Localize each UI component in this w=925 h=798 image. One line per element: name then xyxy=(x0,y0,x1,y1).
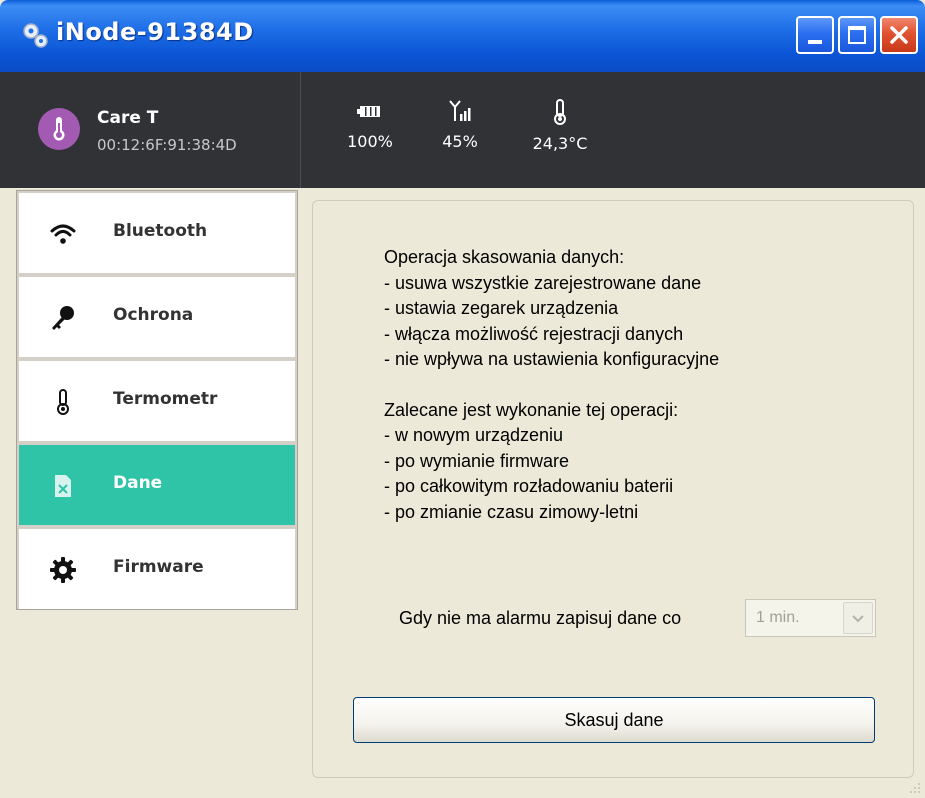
data-file-icon xyxy=(55,475,71,497)
interval-label: Gdy nie ma alarmu zapisuj dane co xyxy=(399,608,682,628)
info-line: - po zmianie czasu zimowy-letni xyxy=(384,501,639,522)
interval-select[interactable]: 1 min. xyxy=(745,599,876,637)
resize-grip-icon[interactable] xyxy=(907,780,921,794)
device-avatar xyxy=(38,108,80,150)
info-line: - usuwa wszystkie zarejestrowane dane xyxy=(384,272,702,293)
window-title: iNode-91384D xyxy=(56,18,254,46)
thermometer-icon xyxy=(57,389,69,415)
minimize-icon xyxy=(808,40,822,44)
thermometer-icon xyxy=(554,99,566,125)
info-line: Zalecane jest wykonanie tej operacji: xyxy=(384,399,679,420)
chevron-down-icon xyxy=(852,615,864,623)
maximize-icon xyxy=(848,26,866,44)
app-window: iNode-91384D Care T 00:12:6F:91:38:4D 10… xyxy=(0,0,925,798)
content-panel: Operacja skasowania danych: - usuwa wszy… xyxy=(312,200,914,778)
device-header: Care T 00:12:6F:91:38:4D 100% 45% 24,3°C xyxy=(0,72,925,188)
sidebar-item-label: Bluetooth xyxy=(113,221,208,241)
info-line: - po wymianie firmware xyxy=(384,450,570,471)
app-gears-icon xyxy=(23,23,48,48)
info-line: - włącza możliwość rejestracji danych xyxy=(384,323,684,344)
battery-status: 100% xyxy=(330,98,410,151)
close-button[interactable] xyxy=(880,16,918,54)
info-line: - w nowym urządzeniu xyxy=(384,425,564,445)
sidebar-item-label: Dane xyxy=(113,473,163,493)
maximize-button[interactable] xyxy=(838,16,876,54)
thermometer-icon xyxy=(53,117,65,141)
gear-icon xyxy=(50,557,76,583)
key-icon xyxy=(52,306,74,330)
signal-status: 45% xyxy=(420,98,500,151)
sidebar-item-label: Firmware xyxy=(113,557,204,577)
info-line: - nie wpływa na ustawienia konfiguracyjn… xyxy=(384,349,720,369)
title-bar[interactable]: iNode-91384D xyxy=(0,0,925,72)
sidebar-item-bluetooth[interactable]: Bluetooth xyxy=(19,193,295,273)
info-text: Operacja skasowania danych: - usuwa wszy… xyxy=(384,245,719,525)
device-mac-address: 00:12:6F:91:38:4D xyxy=(97,136,237,154)
sidebar-item-termometr[interactable]: Termometr xyxy=(19,361,295,441)
info-line: - po całkowitym rozładowaniu baterii xyxy=(384,476,674,496)
wifi-icon xyxy=(50,224,76,244)
header-divider xyxy=(300,72,301,188)
sidebar-item-ochrona[interactable]: Ochrona xyxy=(19,277,295,357)
temperature-value: 24,3°C xyxy=(532,134,588,153)
signal-icon xyxy=(449,100,471,121)
battery-value: 100% xyxy=(347,132,393,151)
sidebar-item-label: Ochrona xyxy=(113,305,194,325)
minimize-button[interactable] xyxy=(796,16,834,54)
close-icon xyxy=(890,26,908,44)
battery-icon xyxy=(357,106,380,117)
info-line: Operacja skasowania danych: xyxy=(384,247,625,267)
interval-select-value: 1 min. xyxy=(756,609,800,626)
temperature-status: 24,3°C xyxy=(520,98,600,153)
signal-value: 45% xyxy=(442,132,478,151)
erase-data-button[interactable]: Skasuj dane xyxy=(353,697,875,743)
info-line: - ustawia zegarek urządzenia xyxy=(384,298,619,318)
sidebar-item-firmware[interactable]: Firmware xyxy=(19,529,295,609)
sidebar-item-dane[interactable]: Dane xyxy=(19,445,295,525)
sidebar: Bluetooth Ochrona Termometr Dane Firmwar… xyxy=(16,190,298,610)
dropdown-button[interactable] xyxy=(843,602,873,634)
device-name: Care T xyxy=(97,108,159,128)
sidebar-item-label: Termometr xyxy=(113,389,218,409)
